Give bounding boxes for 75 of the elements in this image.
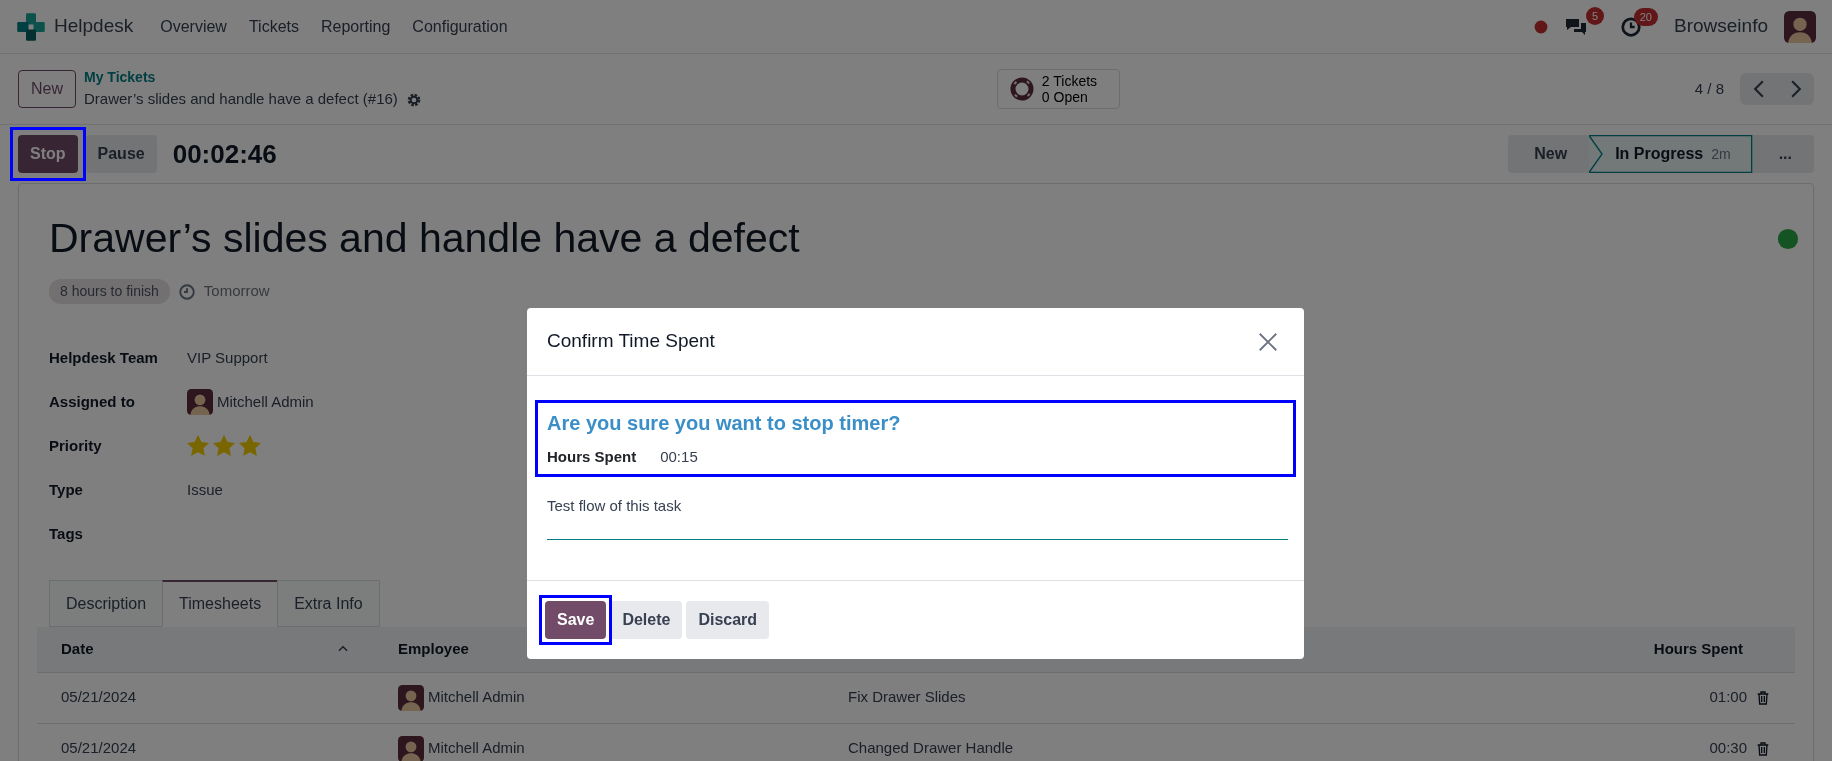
pager-value: 4 / 8 xyxy=(1694,78,1724,99)
avatar xyxy=(398,735,424,761)
status-dot-icon[interactable] xyxy=(1777,228,1799,250)
stop-button[interactable]: Stop xyxy=(18,135,78,173)
lifebuoy-icon xyxy=(1009,77,1034,101)
star-icon xyxy=(239,435,261,458)
close-icon xyxy=(1257,331,1279,354)
tab[interactable]: Extra Info xyxy=(277,580,380,628)
deadline-badge: 8 hours to finish xyxy=(49,279,170,305)
gear-icon[interactable] xyxy=(405,91,422,108)
stage-button[interactable]: In Progress 2m xyxy=(1589,135,1753,173)
save-button[interactable]: Save xyxy=(545,601,607,639)
pause-button[interactable]: Pause xyxy=(85,135,157,173)
table-cell: 05/21/2024 xyxy=(61,739,137,757)
column-header[interactable]: Date xyxy=(61,638,94,661)
column-header[interactable]: Hours Spent xyxy=(1653,640,1743,658)
trash-icon[interactable] xyxy=(1755,689,1771,706)
table-cell-text: Mitchell Admin xyxy=(428,687,525,708)
status-dot-icon[interactable] xyxy=(1534,19,1548,34)
trash-icon[interactable] xyxy=(1755,740,1771,757)
count-badge: 20 xyxy=(1633,7,1658,26)
field-label: Tags xyxy=(49,523,84,544)
dialog-button[interactable]: Discard xyxy=(686,601,770,639)
count-badge: 5 xyxy=(1585,6,1604,25)
chevron-right-icon xyxy=(1789,80,1802,98)
field-label: Hours Spent xyxy=(547,447,637,467)
previous-button[interactable] xyxy=(1740,73,1777,105)
menu-item[interactable]: Configuration xyxy=(401,14,519,39)
avatar xyxy=(187,389,213,416)
chevron-left-icon xyxy=(1752,80,1765,98)
stat-text: 0 Open xyxy=(1041,89,1089,106)
menu-item[interactable]: Overview xyxy=(149,14,238,39)
next-button[interactable] xyxy=(1777,73,1814,105)
field-label: Priority xyxy=(49,435,103,456)
record-title: Drawer’s slides and handle have a defect (#16) xyxy=(84,89,398,110)
table-cell-text: Mitchell Admin xyxy=(428,738,525,759)
ticket-title: Drawer’s slides and handle have a defect xyxy=(49,214,800,263)
tab[interactable]: Timesheets xyxy=(162,580,279,628)
timer-display: 00:02:46 xyxy=(172,137,277,171)
menu-item[interactable]: Reporting xyxy=(310,14,402,39)
table-cell-text: 01:00 xyxy=(1709,687,1747,708)
tab[interactable]: Description xyxy=(49,580,164,628)
breadcrumb-link[interactable]: My Tickets xyxy=(84,67,422,89)
stage-button[interactable]: New xyxy=(1508,135,1590,173)
dialog-question: Are you sure you want to stop timer? xyxy=(547,411,901,436)
field-value: VIP Support xyxy=(187,347,268,368)
new-button[interactable]: New xyxy=(18,70,76,108)
avatar xyxy=(1784,10,1816,43)
clock-icon[interactable] xyxy=(1620,15,1642,38)
deadline-text: Tomorrow xyxy=(203,281,270,302)
priority-stars[interactable] xyxy=(187,435,261,458)
field-value[interactable]: Mitchell Admin xyxy=(217,390,314,414)
field-label: Helpdesk Team xyxy=(49,347,159,368)
menu-item[interactable]: Tickets xyxy=(237,14,310,39)
star-icon xyxy=(213,435,235,458)
dialog-button[interactable]: Delete xyxy=(610,601,683,639)
user-name[interactable]: Browseinfo xyxy=(1674,12,1768,41)
table-cell: 05/21/2024 xyxy=(61,688,137,706)
dialog-title: Confirm Time Spent xyxy=(547,329,715,354)
app-logo-icon xyxy=(16,11,46,42)
app-name[interactable]: Helpdesk xyxy=(54,12,134,41)
table-cell: Changed Drawer Handle xyxy=(848,739,1014,757)
stat-button[interactable]: 2 Tickets 0 Open xyxy=(996,68,1120,110)
clock-icon xyxy=(177,282,196,301)
star-icon xyxy=(187,435,209,458)
column-header[interactable]: Employee xyxy=(398,640,469,658)
stat-text: 2 Tickets xyxy=(1041,72,1098,89)
table-cell: Fix Drawer Slides xyxy=(848,688,966,706)
table-cell-text: 00:30 xyxy=(1709,738,1747,759)
field-label: Assigned to xyxy=(49,391,136,412)
avatar xyxy=(398,684,424,711)
stage-button[interactable]: ... xyxy=(1752,135,1814,173)
field-label: Type xyxy=(49,479,84,500)
field-value: Issue xyxy=(187,479,223,500)
hours-value: 00:15 xyxy=(660,447,698,467)
